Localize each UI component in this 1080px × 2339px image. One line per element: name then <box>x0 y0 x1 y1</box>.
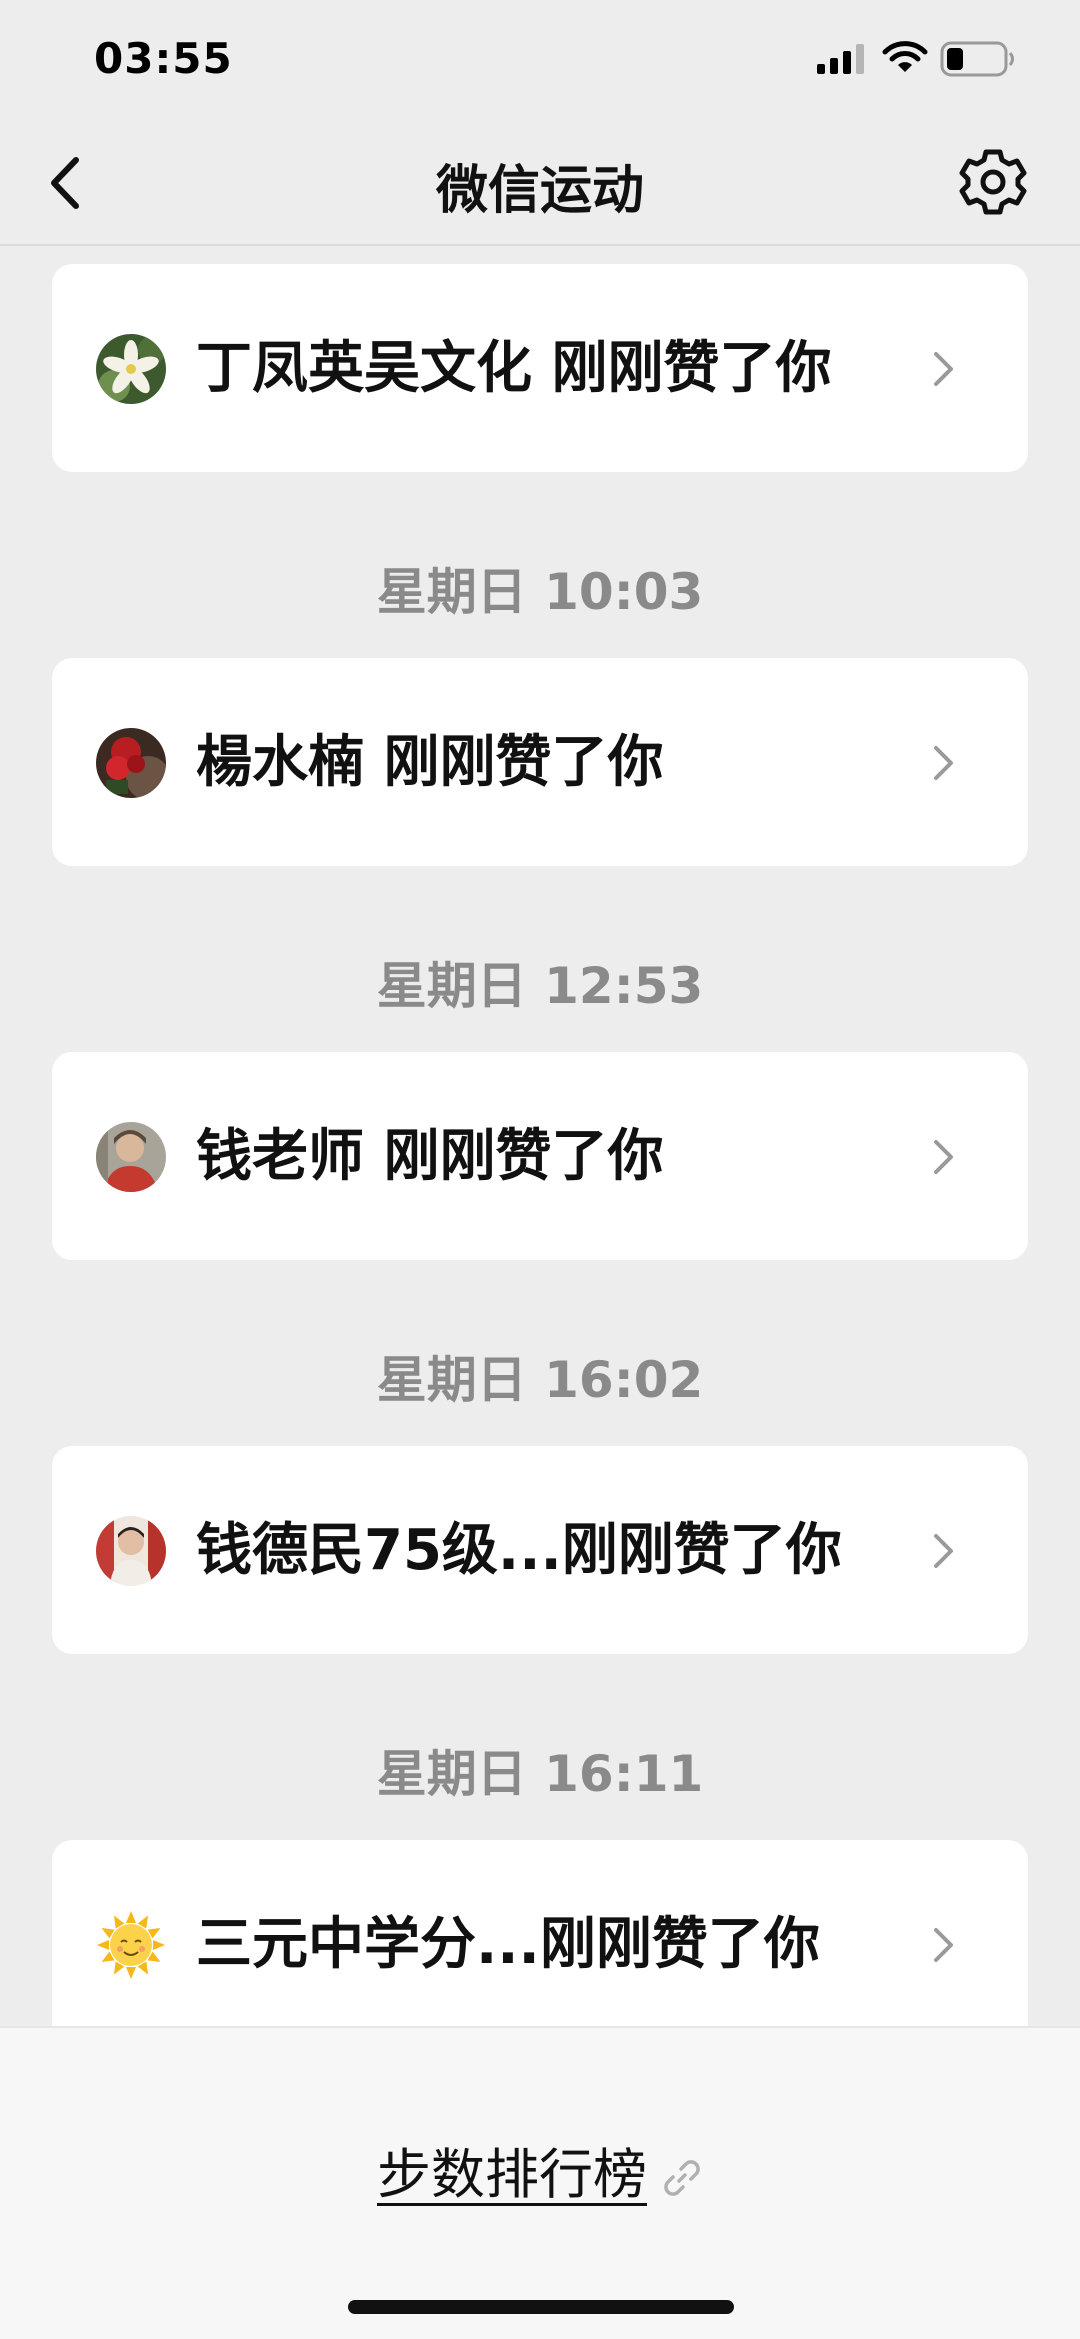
chevron-right-icon <box>934 1534 953 1568</box>
time-separator: 星期日 16:11 <box>376 1745 704 1803</box>
page-title: 微信运动 <box>435 161 644 221</box>
link-icon <box>664 2160 700 2197</box>
chevron-right-icon <box>934 1140 953 1174</box>
red-flower-avatar <box>96 728 166 798</box>
flower-avatar <box>96 334 166 404</box>
like-card[interactable]: 三元中学分...刚刚赞了你 <box>52 1840 1028 2026</box>
like-text: 钱老师 刚刚赞了你 <box>196 1124 664 1189</box>
leaderboard-link[interactable]: 步数排行榜 <box>0 2130 1080 2209</box>
chevron-right-icon <box>934 1928 953 1962</box>
battery-icon <box>940 41 1014 77</box>
gear-icon[interactable] <box>955 144 1031 220</box>
like-card[interactable]: 楊水楠 刚刚赞了你 <box>52 658 1028 866</box>
sun-avatar <box>96 1910 166 1980</box>
leaderboard-label[interactable]: 步数排行榜 <box>377 2143 647 2206</box>
status-bar: 03:55 <box>0 0 1080 120</box>
like-text: 丁凤英吴文化 刚刚赞了你 <box>196 336 832 401</box>
like-text: 钱德民75级...刚刚赞了你 <box>196 1518 842 1583</box>
status-time: 03:55 <box>94 34 233 83</box>
nav-bar: 微信运动 <box>0 120 1080 246</box>
time-separator: 星期日 12:53 <box>376 957 704 1015</box>
portrait-avatar <box>96 1122 166 1192</box>
cellular-signal-icon <box>817 44 864 74</box>
wechat-sports-screen: 03:55 微信运动 丁凤英吴文化 刚刚赞了你 星期日 10:03 楊水楠 刚刚… <box>0 0 1080 2339</box>
chevron-right-icon <box>934 746 953 780</box>
wifi-icon <box>882 41 928 72</box>
like-card[interactable]: 钱德民75级...刚刚赞了你 <box>52 1446 1028 1654</box>
like-card[interactable]: 钱老师 刚刚赞了你 <box>52 1052 1028 1260</box>
home-indicator[interactable] <box>348 2300 734 2314</box>
like-card[interactable]: 丁凤英吴文化 刚刚赞了你 <box>52 264 1028 472</box>
like-text: 三元中学分...刚刚赞了你 <box>196 1912 820 1977</box>
bottom-bar: 步数排行榜 <box>0 2026 1080 2339</box>
time-separator: 星期日 16:02 <box>376 1351 704 1409</box>
notification-feed: 丁凤英吴文化 刚刚赞了你 星期日 10:03 楊水楠 刚刚赞了你 星期日 12:… <box>0 246 1080 2026</box>
like-text: 楊水楠 刚刚赞了你 <box>196 730 664 795</box>
chevron-right-icon <box>934 352 953 386</box>
time-separator: 星期日 10:03 <box>376 563 704 621</box>
portrait-avatar <box>96 1516 166 1586</box>
